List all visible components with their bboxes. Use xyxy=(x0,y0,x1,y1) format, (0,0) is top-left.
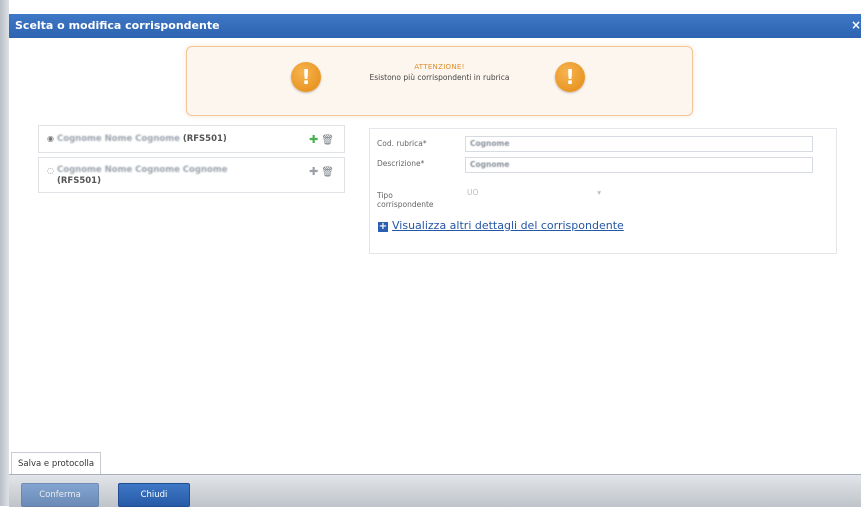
plus-box-icon: + xyxy=(378,221,388,232)
close-icon[interactable]: × xyxy=(851,18,861,32)
list-item[interactable]: ◌ Cognome Nome Cognome Cognome (RFS501) ✚… xyxy=(38,157,345,193)
correspondent-detail-panel: Cod. rubrica* Cognome Descrizione* Cogno… xyxy=(369,128,837,254)
list-item[interactable]: ◉ Cognome Nome Cognome (RFS501) ✚ 🗑 xyxy=(38,125,345,153)
trash-icon[interactable]: 🗑 xyxy=(321,135,334,146)
chevron-down-icon: ▾ xyxy=(597,188,601,197)
item-actions: ✚ 🗑 xyxy=(309,165,334,178)
alert-heading: ATTENZIONE! xyxy=(414,63,465,71)
cod-rubrica-label: Cod. rubrica* xyxy=(377,139,427,148)
add-icon[interactable]: ✚ xyxy=(309,133,318,146)
dialog-footer: Conferma Chiudi xyxy=(9,474,861,507)
descrizione-label: Descrizione* xyxy=(377,159,425,168)
correspondent-name: Cognome Nome Cognome (RFS501) xyxy=(57,134,227,144)
tipo-corrispondente-label: Tipo corrispondente xyxy=(377,191,434,209)
warning-icon: ! xyxy=(555,62,585,92)
warning-alert: ! ATTENZIONE! Esistono più corrispondent… xyxy=(186,46,693,116)
radio-button[interactable]: ◉ xyxy=(47,134,54,143)
correspondent-list: ◉ Cognome Nome Cognome (RFS501) ✚ 🗑 ◌ Cog… xyxy=(38,125,345,197)
more-details-link[interactable]: + Visualizza altri dettagli del corrispon… xyxy=(378,219,624,232)
add-icon[interactable]: ✚ xyxy=(309,165,318,178)
correspondent-name: Cognome Nome Cognome Cognome (RFS501) xyxy=(57,165,228,186)
trash-icon[interactable]: 🗑 xyxy=(321,167,334,178)
descrizione-field[interactable]: Cognome xyxy=(465,157,813,173)
cod-rubrica-field[interactable]: Cognome xyxy=(465,136,813,152)
radio-button[interactable]: ◌ xyxy=(47,166,54,175)
confirm-button[interactable]: Conferma xyxy=(21,483,99,507)
tipo-corrispondente-select[interactable]: UO ▾ xyxy=(465,186,605,200)
tab-salva-e-protocolla[interactable]: Salva e protocolla xyxy=(11,452,102,475)
left-edge xyxy=(0,0,9,506)
dialog-titlebar: Scelta o modifica corrispondente × xyxy=(9,14,861,38)
close-button[interactable]: Chiudi xyxy=(118,483,190,507)
alert-message: Esistono più corrispondenti in rubrica xyxy=(369,73,510,82)
item-actions: ✚ 🗑 xyxy=(309,133,334,146)
dialog-title: Scelta o modifica corrispondente xyxy=(15,19,220,32)
